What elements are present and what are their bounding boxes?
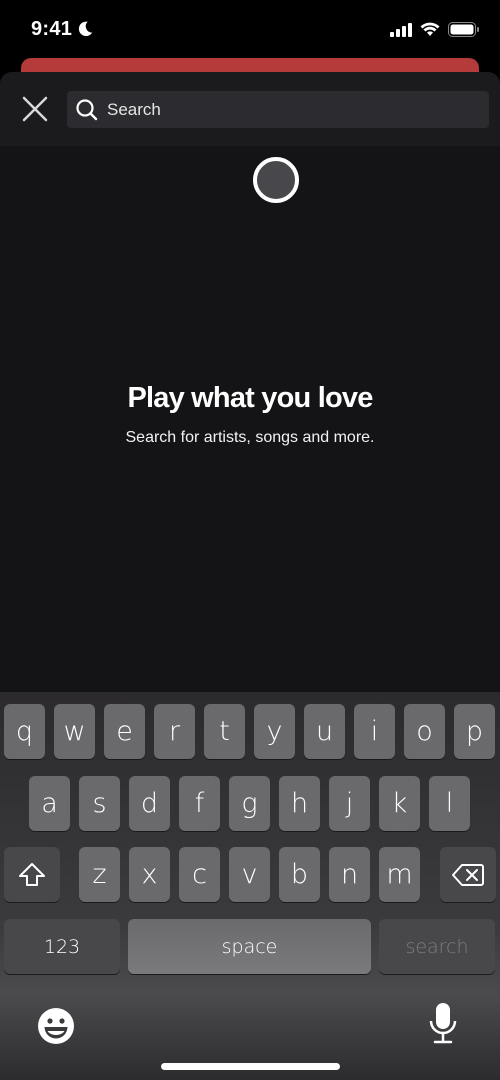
empty-state-title: Play what you love [127, 382, 373, 414]
search-field[interactable] [67, 91, 489, 128]
key-i[interactable]: i [354, 704, 395, 759]
key-t[interactable]: t [204, 704, 245, 759]
status-time: 9:41 [31, 18, 73, 40]
key-c[interactable]: c [179, 847, 220, 902]
search-return-key[interactable]: search [379, 919, 495, 974]
status-bar: 9:41 [0, 0, 500, 58]
key-r[interactable]: r [154, 704, 195, 759]
cellular-signal-icon [390, 22, 412, 37]
key-f[interactable]: f [179, 776, 220, 831]
keyboard: q w e r t y u i o p a s d f g h j k l z … [0, 692, 500, 1080]
backspace-key[interactable] [440, 847, 496, 902]
key-y[interactable]: y [254, 704, 295, 759]
loading-spinner [253, 157, 299, 203]
emoji-icon[interactable] [37, 1007, 75, 1045]
key-k[interactable]: k [379, 776, 420, 831]
backspace-icon [452, 863, 484, 886]
key-h[interactable]: h [279, 776, 320, 831]
key-z[interactable]: z [79, 847, 120, 902]
key-j[interactable]: j [329, 776, 370, 831]
empty-state-subtitle: Search for artists, songs and more. [125, 429, 375, 446]
key-m[interactable]: m [379, 847, 420, 902]
key-w[interactable]: w [54, 704, 95, 759]
close-button[interactable] [20, 94, 50, 124]
shift-key[interactable] [4, 847, 60, 902]
key-b[interactable]: b [279, 847, 320, 902]
key-s[interactable]: s [79, 776, 120, 831]
key-x[interactable]: x [129, 847, 170, 902]
key-d[interactable]: d [129, 776, 170, 831]
shift-icon [19, 862, 45, 886]
numbers-key[interactable]: 123 [4, 919, 120, 974]
key-a[interactable]: a [29, 776, 70, 831]
key-p[interactable]: p [454, 704, 495, 759]
key-v[interactable]: v [229, 847, 270, 902]
space-key[interactable]: space [128, 919, 371, 974]
key-g[interactable]: g [229, 776, 270, 831]
home-indicator[interactable] [161, 1063, 340, 1070]
microphone-icon[interactable] [428, 1002, 458, 1046]
key-u[interactable]: u [304, 704, 345, 759]
key-l[interactable]: l [429, 776, 470, 831]
key-q[interactable]: q [4, 704, 45, 759]
wifi-icon [420, 22, 440, 36]
moon-icon [78, 21, 93, 37]
key-o[interactable]: o [404, 704, 445, 759]
key-e[interactable]: e [104, 704, 145, 759]
battery-icon [448, 22, 479, 37]
search-sheet: Play what you love Search for artists, s… [0, 72, 500, 692]
search-icon [76, 98, 98, 120]
close-icon [22, 96, 48, 122]
search-input[interactable] [107, 99, 489, 120]
key-n[interactable]: n [329, 847, 370, 902]
search-header [0, 72, 500, 146]
